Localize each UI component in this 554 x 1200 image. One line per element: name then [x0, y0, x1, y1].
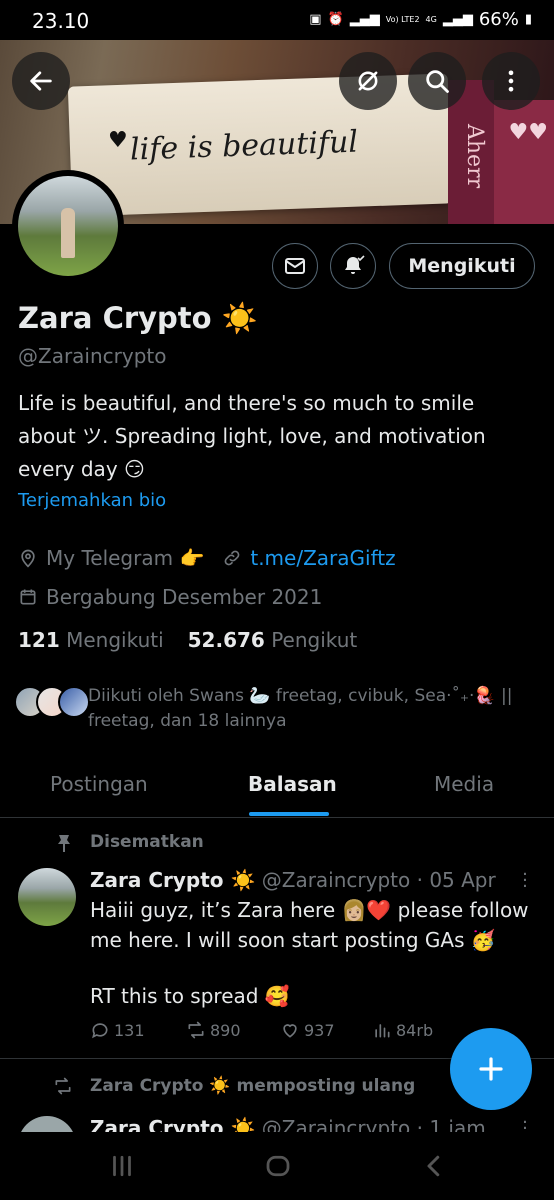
like-button[interactable]: 937 — [280, 1020, 335, 1040]
following-stat[interactable]: 121 Mengikuti — [18, 628, 164, 652]
status-bar: 23.10 ▣ ⏰ ▂▄▆ Vo) LTE2 4G ▂▄▆ 66% ▮ — [0, 0, 554, 40]
more-options-button[interactable] — [482, 52, 540, 110]
back-button[interactable] — [12, 52, 70, 110]
post-more-icon-2[interactable]: · · — [522, 1120, 528, 1132]
home-button[interactable] — [260, 1150, 296, 1182]
status-time: 23.10 — [32, 9, 90, 33]
following-label: Mengikuti — [66, 628, 164, 652]
post-text-line1: Haiii guyz, it’s Zara here 👩🏼❤️ please f… — [90, 898, 529, 952]
reply-button[interactable]: 131 — [90, 1020, 145, 1040]
views-button[interactable]: 84rb — [372, 1020, 433, 1040]
notification-icon: ▣ — [309, 12, 322, 27]
followed-by-avatars[interactable] — [14, 686, 90, 718]
repost-button[interactable]: 890 — [186, 1020, 241, 1040]
signal-icon-2: ▂▄▆ — [442, 12, 473, 27]
recent-apps-button[interactable] — [104, 1150, 140, 1182]
search-button[interactable] — [408, 52, 466, 110]
link-icon — [224, 550, 240, 566]
views-count: 84rb — [396, 1020, 434, 1040]
compose-button[interactable] — [450, 1028, 532, 1110]
location-text: My Telegram 👉 — [46, 546, 205, 570]
heart-icon — [283, 1024, 297, 1038]
profile-handle: @Zaraincrypto — [18, 344, 167, 368]
plus-icon — [479, 1057, 503, 1081]
translate-bio-link[interactable]: Terjemahkan bio — [18, 490, 166, 511]
grok-icon — [358, 71, 378, 91]
followers-stat[interactable]: 52.676 Pengikut — [188, 628, 358, 652]
banner-book — [494, 100, 554, 224]
back-nav-button[interactable] — [416, 1150, 452, 1182]
tab-balasan[interactable]: Balasan — [248, 772, 337, 796]
tab-postingan[interactable]: Postingan — [50, 772, 148, 796]
calendar-icon — [20, 589, 36, 605]
signal-icon: ▂▄▆ — [349, 12, 380, 27]
system-nav-bar — [0, 1132, 554, 1200]
post-author[interactable]: Zara Crypto ☀️ — [90, 868, 255, 892]
follow-stats: 121 Mengikuti 52.676 Pengikut — [18, 628, 357, 652]
post-body[interactable]: Haiii guyz, it’s Zara here 👩🏼❤️ please f… — [90, 895, 530, 1011]
back-chevron-icon — [427, 1155, 440, 1177]
like-count: 937 — [304, 1020, 335, 1040]
followers-label: Pengikut — [271, 628, 358, 652]
post-author-2[interactable]: Zara Crypto ☀️ — [90, 1116, 255, 1132]
pin-icon — [58, 835, 70, 852]
notifications-button[interactable] — [330, 243, 376, 289]
more-vert-icon — [508, 70, 514, 92]
profile-avatar[interactable] — [12, 170, 124, 282]
post-handle-date: @Zaraincrypto · 05 Apr — [261, 868, 496, 892]
banner-text: life is beautiful — [129, 124, 359, 168]
repost-label[interactable]: Zara Crypto ☀️ memposting ulang — [90, 1076, 415, 1096]
post-avatar[interactable] — [18, 868, 76, 926]
grok-button[interactable] — [339, 52, 397, 110]
post-text-line2: RT this to spread 🥰 — [90, 984, 290, 1008]
profile-name: Zara Crypto ☀️ — [18, 301, 258, 335]
search-icon — [426, 70, 449, 93]
heart-icon: ♥ — [108, 128, 128, 153]
avatar-figure — [61, 208, 75, 258]
pinned-label: Disematkan — [90, 832, 204, 852]
alarm-icon: ⏰ — [327, 12, 344, 27]
repost-icon — [188, 1021, 204, 1039]
status-icons: ▣ ⏰ ▂▄▆ Vo) LTE2 4G ▂▄▆ 66% ▮ — [309, 9, 532, 30]
post-header-2: Zara Crypto ☀️ @Zaraincrypto · 1 jam — [90, 1116, 486, 1132]
network-label: Vo) LTE2 — [385, 15, 420, 24]
home-icon — [266, 1155, 290, 1177]
followed-by-text[interactable]: Diikuti oleh Swans 🦢 freetag, cvibuk, Se… — [88, 684, 528, 734]
profile-bio: Life is beautiful, and there's so much t… — [18, 391, 486, 481]
post-header: Zara Crypto ☀️ @Zaraincrypto · 05 Apr — [90, 868, 496, 892]
location-pin-icon — [21, 549, 35, 568]
active-tab-indicator — [249, 812, 329, 816]
post-handle-date-2: @Zaraincrypto · 1 jam — [261, 1116, 486, 1132]
telegram-link[interactable]: t.me/ZaraGiftz — [250, 546, 395, 570]
repost-count: 890 — [210, 1020, 241, 1040]
following-count: 121 — [18, 628, 60, 652]
profile-tabs: Postingan Balasan Media — [0, 754, 554, 818]
banner-book-text: Aherr — [462, 124, 487, 189]
reply-icon — [92, 1023, 108, 1039]
reply-count: 131 — [114, 1020, 145, 1040]
following-button[interactable]: Mengikuti — [389, 243, 535, 289]
repost-indicator-icon — [55, 1077, 71, 1095]
location-row: My Telegram 👉 t.me/ZaraGiftz — [18, 546, 396, 570]
battery-icon: ▮ — [524, 12, 532, 27]
back-arrow-icon — [30, 71, 52, 91]
post-more-icon[interactable]: · · · — [522, 866, 528, 896]
recent-apps-icon — [113, 1155, 131, 1177]
mail-icon — [285, 258, 305, 274]
net-type-label: 4G — [425, 15, 437, 24]
avatar-image — [18, 176, 118, 276]
views-chart-icon — [375, 1024, 390, 1038]
bell-check-icon — [345, 255, 365, 274]
heart-decor-icon: ♥♥ — [508, 120, 548, 145]
avatar — [58, 686, 90, 718]
joined-row: Bergabung Desember 2021 — [18, 585, 322, 609]
tab-media[interactable]: Media — [434, 772, 494, 796]
joined-text: Bergabung Desember 2021 — [46, 585, 323, 609]
followers-count: 52.676 — [187, 628, 265, 652]
message-button[interactable] — [272, 243, 318, 289]
battery-text: 66% — [478, 9, 519, 30]
